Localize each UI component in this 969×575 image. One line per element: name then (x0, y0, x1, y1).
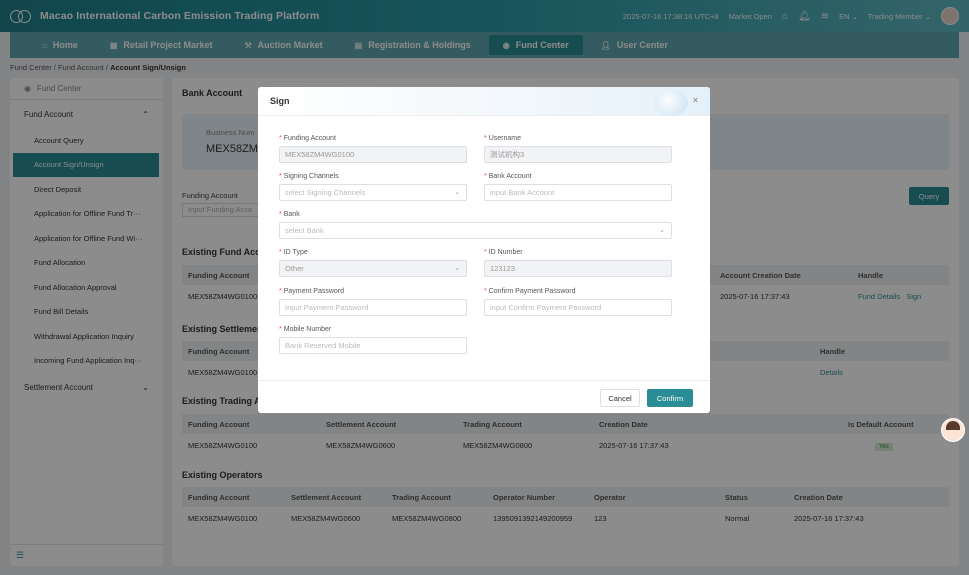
username-field: * Username 测试机构3 (484, 135, 672, 163)
chevron-down-icon: ⌄ (659, 227, 665, 234)
id-number-input: 123123 (484, 260, 672, 277)
payment-password-input[interactable]: Input Payment Password (279, 299, 467, 316)
chevron-down-icon: ⌄ (454, 189, 460, 196)
mobile-number-input[interactable]: Bank Reserved Mobile (279, 337, 467, 354)
mobile-number-field: * Mobile Number Bank Reserved Mobile (279, 326, 467, 354)
signing-channels-select[interactable]: select Signing Channels ⌄ (279, 184, 467, 201)
id-number-field: * ID Number 123123 (484, 249, 672, 277)
sign-dialog: Sign × * Funding Account MEX58ZM4WG0100 *… (258, 87, 710, 413)
chevron-down-icon: ⌄ (454, 265, 460, 272)
dialog-footer: Cancel Confirm (258, 380, 710, 413)
funding-account-field: * Funding Account MEX58ZM4WG0100 (279, 135, 467, 163)
dialog-title: Sign (270, 96, 290, 106)
id-type-field: * ID Type Other ⌄ (279, 249, 467, 277)
assistant-avatar[interactable] (941, 418, 965, 442)
bank-field: * Bank select Bank ⌄ (279, 211, 672, 239)
funding-account-input: MEX58ZM4WG0100 (279, 146, 467, 163)
decorative-illustration (654, 90, 688, 116)
confirm-password-input[interactable]: input Confirm Payment Password (484, 299, 672, 316)
close-icon[interactable]: × (693, 95, 698, 105)
bank-account-input[interactable]: input Bank Account (484, 184, 672, 201)
signing-channels-field: * Signing Channels select Signing Channel… (279, 173, 467, 201)
bank-account-field: * Bank Account input Bank Account (484, 173, 672, 201)
id-type-select: Other ⌄ (279, 260, 467, 277)
cancel-button[interactable]: Cancel (600, 389, 640, 407)
confirm-password-field: * Confirm Payment Password input Confirm … (484, 288, 672, 316)
bank-select[interactable]: select Bank ⌄ (279, 222, 672, 239)
confirm-button[interactable]: Confirm (647, 389, 693, 407)
payment-password-field: * Payment Password Input Payment Password (279, 288, 467, 316)
username-input: 测试机构3 (484, 146, 672, 163)
dialog-header: Sign × (258, 87, 710, 116)
